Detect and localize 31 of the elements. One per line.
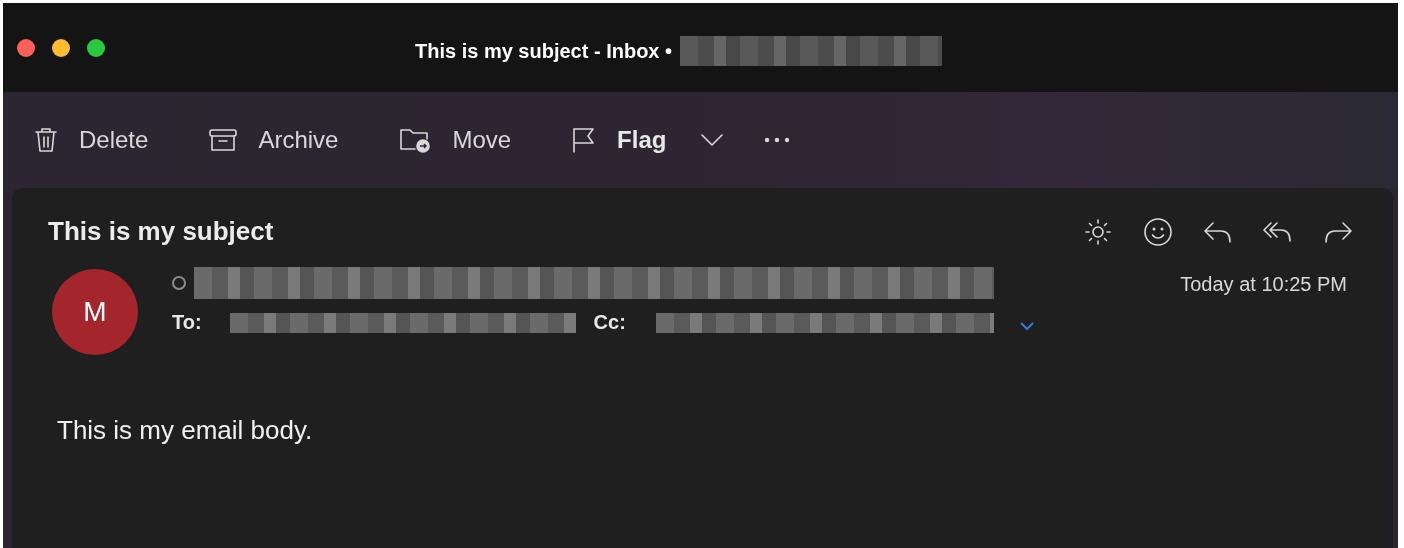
- window-title: This is my subject - Inbox •: [415, 39, 673, 63]
- sun-icon: [1083, 216, 1113, 247]
- reply-button[interactable]: [1203, 219, 1233, 244]
- reply-icon: [1203, 219, 1233, 244]
- sender-avatar: M: [52, 269, 138, 355]
- to-label: To:: [172, 311, 202, 334]
- forward-icon: [1323, 219, 1353, 244]
- archive-button[interactable]: Archive: [206, 120, 341, 160]
- forward-button[interactable]: [1323, 219, 1353, 244]
- chevron-down-icon: [700, 133, 725, 147]
- close-button[interactable]: [17, 38, 35, 57]
- flag-button[interactable]: Flag: [569, 120, 669, 160]
- reply-all-button[interactable]: [1263, 219, 1293, 244]
- message-date: Today at 10:25 PM: [1180, 273, 1347, 296]
- folder-arrow-icon: [398, 126, 433, 154]
- message-body: This is my email body.: [57, 415, 314, 446]
- smiley-icon: [1143, 216, 1173, 247]
- chevron-down-icon[interactable]: [1019, 322, 1034, 331]
- trash-icon: [33, 126, 59, 154]
- minimize-button[interactable]: [52, 38, 70, 57]
- message-subject: This is my subject: [48, 216, 274, 247]
- theme-button[interactable]: [1083, 216, 1113, 247]
- zoom-button[interactable]: [87, 38, 105, 57]
- reply-all-icon: [1263, 219, 1293, 244]
- move-button[interactable]: Move: [396, 120, 514, 160]
- cc-label: Cc:: [593, 311, 626, 334]
- more-icon: [764, 137, 791, 143]
- reaction-button[interactable]: [1143, 216, 1173, 247]
- unread-indicator[interactable]: [172, 276, 186, 290]
- delete-button[interactable]: Delete: [31, 120, 151, 160]
- archive-box-icon: [208, 127, 239, 153]
